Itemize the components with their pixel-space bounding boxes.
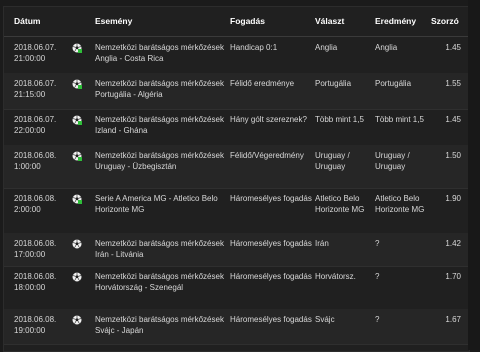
column-header-odds[interactable]: Szorzó bbox=[431, 16, 459, 26]
cell-date-time: 18:00:00 bbox=[14, 283, 46, 292]
column-header-event[interactable]: Esemény bbox=[95, 16, 132, 26]
cell-date: 2018.06.07. 21:00:00 bbox=[14, 42, 66, 64]
soccer-ball-icon bbox=[72, 239, 82, 249]
cell-odds: 1.50 bbox=[445, 151, 461, 160]
cell-bet: Háromesélyes fogadás bbox=[230, 272, 312, 281]
cell-bet: Handicap 0:1 bbox=[230, 43, 278, 52]
cell-date-day: 2018.06.08. bbox=[14, 272, 57, 281]
cell-selection: Horvátorsz. bbox=[315, 272, 356, 281]
table-header: Dátum Esemény Fogadás Választ Eredmény S… bbox=[4, 7, 469, 37]
cell-date-time: 1:00:00 bbox=[14, 162, 41, 171]
cell-date: 2018.06.08. 18:00:00 bbox=[14, 271, 66, 293]
cell-odds: 1.90 bbox=[445, 194, 461, 203]
column-header-bet[interactable]: Fogadás bbox=[230, 16, 265, 26]
soccer-ball-icon bbox=[72, 272, 82, 282]
column-header-selection[interactable]: Választ bbox=[315, 16, 344, 26]
cell-result: Portugália bbox=[375, 79, 412, 88]
cell-result: ? bbox=[375, 239, 380, 248]
cell-date-time: 17:00:00 bbox=[14, 250, 46, 259]
cell-selection: Anglia bbox=[315, 43, 338, 52]
cell-selection: Svájc bbox=[315, 315, 335, 324]
cell-date-time: 2:00:00 bbox=[14, 205, 41, 214]
cell-event: Nemzetközi barátságos mérkőzések Anglia … bbox=[95, 43, 224, 63]
cell-date: 2018.06.08. 2:00:00 bbox=[14, 193, 66, 215]
table-row[interactable]: 2018.06.07. 22:00:00 Nemzetközi barátságos… bbox=[4, 109, 469, 146]
cell-date-day: 2018.06.08. bbox=[14, 315, 57, 324]
cell-bet: Háromesélyes fogadás bbox=[230, 315, 312, 324]
cell-selection: Portugália bbox=[315, 79, 352, 88]
cell-date: 2018.06.07. 22:00:00 bbox=[14, 114, 66, 136]
cell-selection: Atletico Belo Horizonte MG bbox=[315, 194, 365, 214]
table-row[interactable]: 2018.06.08. 18:00:00 Nemzetközi barátságos… bbox=[4, 266, 469, 310]
cell-event: Nemzetközi barátságos mérkőzések Irán - … bbox=[95, 239, 224, 259]
scrollbar-track[interactable] bbox=[468, 0, 480, 350]
cell-date: 2018.06.08. 1:00:00 bbox=[14, 150, 66, 172]
table-row[interactable]: 2018.06.07. 21:00:00 Nemzetközi barátságos… bbox=[4, 37, 469, 74]
cell-odds: 1.55 bbox=[445, 79, 461, 88]
cell-bet: Háromesélyes fogadás bbox=[230, 239, 312, 248]
cell-date-day: 2018.06.08. bbox=[14, 239, 57, 248]
table-row[interactable]: 2018.06.07. 21:15:00 Nemzetközi barátságos… bbox=[4, 73, 469, 110]
cell-odds: 1.67 bbox=[445, 315, 461, 324]
cell-event: Nemzetközi barátságos mérkőzések Svájc -… bbox=[95, 315, 224, 335]
cell-result: Atletico Belo Horizonte MG bbox=[375, 194, 425, 214]
cell-date-time: 21:00:00 bbox=[14, 54, 46, 63]
column-header-date[interactable]: Dátum bbox=[14, 16, 40, 26]
table-row[interactable]: 2018.06.08. 1:00:00 Nemzetközi barátságos … bbox=[4, 145, 469, 189]
cell-bet: Hány gólt szereznek? bbox=[230, 115, 307, 124]
cell-bet: Félidő/Végeredmény bbox=[230, 151, 304, 160]
cell-odds: 1.70 bbox=[445, 272, 461, 281]
bet-history-table: Dátum Esemény Fogadás Választ Eredmény S… bbox=[3, 6, 470, 352]
cell-selection: Irán bbox=[315, 239, 329, 248]
cell-event: Nemzetközi barátságos mérkőzések Horváto… bbox=[95, 272, 224, 292]
cell-date: 2018.06.08. 19:00:00 bbox=[14, 314, 66, 336]
cell-date: 2018.06.07. 21:15:00 bbox=[14, 78, 66, 100]
cell-date-time: 22:00:00 bbox=[14, 126, 46, 135]
cell-event: Nemzetközi barátságos mérkőzések Portugá… bbox=[95, 79, 224, 99]
cell-result: Anglia bbox=[375, 43, 398, 52]
soccer-ball-icon bbox=[72, 315, 82, 325]
cell-result: ? bbox=[375, 272, 380, 281]
cell-date-time: 19:00:00 bbox=[14, 326, 46, 335]
cell-date-day: 2018.06.08. bbox=[14, 151, 57, 160]
cell-result: ? bbox=[375, 315, 380, 324]
table-row[interactable]: 2018.06.08. 2:00:00 Serie A America MG - A… bbox=[4, 188, 469, 234]
cell-date-day: 2018.06.07. bbox=[14, 115, 57, 124]
cell-result: Több mint 1,5 bbox=[375, 115, 424, 124]
soccer-ball-live-icon bbox=[72, 151, 82, 161]
cell-date-day: 2018.06.07. bbox=[14, 43, 57, 52]
cell-selection: Több mint 1,5 bbox=[315, 115, 364, 124]
cell-bet: Félidő eredménye bbox=[230, 79, 295, 88]
soccer-ball-live-icon bbox=[72, 115, 82, 125]
cell-event: Nemzetközi barátságos mérkőzések Izland … bbox=[95, 115, 224, 135]
cell-odds: 1.45 bbox=[445, 115, 461, 124]
cell-date-day: 2018.06.08. bbox=[14, 194, 57, 203]
cell-event: Serie A America MG - Atletico Belo Horiz… bbox=[95, 194, 218, 214]
table-row[interactable]: 2018.06.08. 17:00:00 Nemzetközi barátságos… bbox=[4, 233, 469, 267]
soccer-ball-live-icon bbox=[72, 43, 82, 53]
cell-date: 2018.06.08. 17:00:00 bbox=[14, 238, 66, 260]
table-row[interactable]: 2018.06.08. 19:00:00 Nemzetközi barátságos… bbox=[4, 309, 469, 345]
cell-event: Nemzetközi barátságos mérkőzések Uruguay… bbox=[95, 151, 224, 171]
cell-odds: 1.45 bbox=[445, 43, 461, 52]
cell-date-day: 2018.06.07. bbox=[14, 79, 57, 88]
cell-bet: Háromesélyes fogadás bbox=[230, 194, 312, 203]
cell-selection: Uruguay / Uruguay bbox=[315, 151, 350, 171]
soccer-ball-live-icon bbox=[72, 194, 82, 204]
soccer-ball-live-icon bbox=[72, 79, 82, 89]
cell-date-time: 21:15:00 bbox=[14, 90, 46, 99]
column-header-result[interactable]: Eredmény bbox=[375, 16, 416, 26]
cell-result: Uruguay / Uruguay bbox=[375, 151, 410, 171]
cell-odds: 1.42 bbox=[445, 239, 461, 248]
